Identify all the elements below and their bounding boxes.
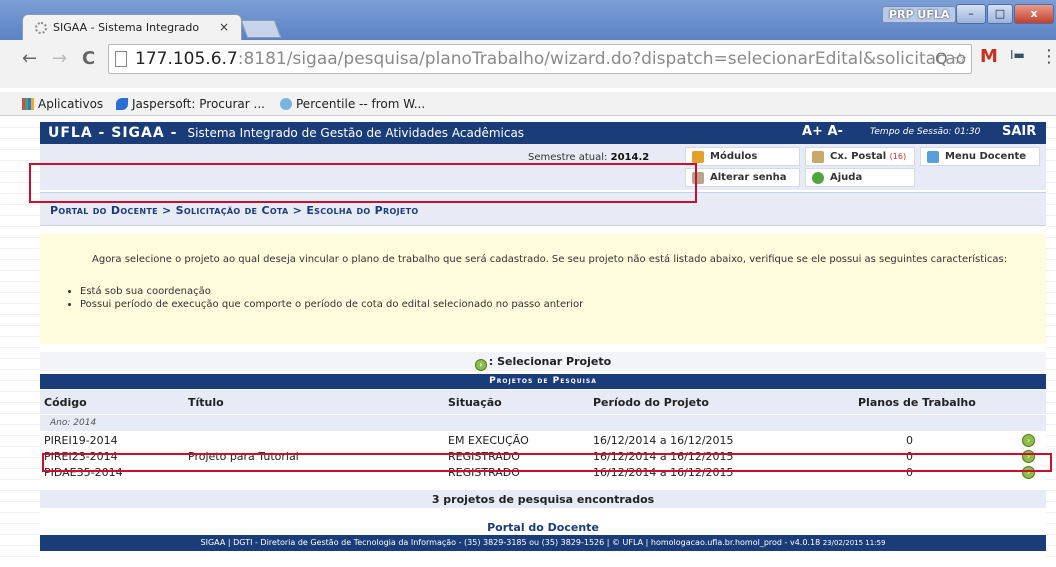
font-size-controls[interactable]: A+ A- <box>802 124 843 139</box>
col-titulo: Título <box>188 396 224 409</box>
instruction-notice: Agora selecione o projeto ao qual deseja… <box>40 234 1046 344</box>
maximize-button[interactable]: □ <box>987 4 1013 24</box>
app-header: UFLA - SIGAA - Sistema Integrado de Gest… <box>40 122 1046 144</box>
app-brand: UFLA - SIGAA - <box>48 125 178 141</box>
modules-icon <box>692 151 704 163</box>
cell-periodo: 16/12/2014 a 16/12/2015 <box>593 434 734 447</box>
cell-codigo: PIREI19-2014 <box>44 434 118 447</box>
legend-bar: ›: Selecionar Projeto <box>40 352 1046 371</box>
menu-docente-label: Menu Docente <box>945 151 1027 162</box>
highlight-box-row <box>42 453 1052 472</box>
jaspersoft-icon <box>116 98 128 110</box>
table-caption: Projetos de Pesquisa <box>40 374 1046 389</box>
requirements-list: Está sob sua coordenação Possui período … <box>80 285 583 311</box>
cell-situacao: EM EXECUÇÃO <box>448 434 529 447</box>
app-subtitle: Sistema Integrado de Gestão de Atividade… <box>187 126 525 140</box>
extension-icon[interactable]: I▬ <box>1010 48 1025 62</box>
bookmarks-bar: Aplicativos Jaspersoft: Procurar ... Per… <box>0 92 1056 116</box>
select-project-icon[interactable]: › <box>1022 434 1035 447</box>
bookmark-label: Percentile -- from W... <box>296 97 426 111</box>
help-icon <box>812 172 824 184</box>
loading-icon <box>35 22 47 34</box>
table-row: PIREI19-2014 EM EXECUÇÃO 16/12/2014 a 16… <box>40 433 1046 448</box>
page-icon <box>115 51 127 67</box>
notice-text: Agora selecione o projeto ao qual deseja… <box>92 254 1008 265</box>
close-window-button[interactable]: x <box>1014 4 1054 24</box>
bookmark-label: Jaspersoft: Procurar ... <box>132 97 265 111</box>
year-group-row: Ano: 2014 <box>40 415 1046 431</box>
new-tab-button[interactable] <box>240 20 282 38</box>
cx-postal-button[interactable]: Cx. Postal (16) <box>805 147 915 166</box>
requirement-item: Possui período de execução que comporte … <box>80 298 583 311</box>
menu-docente-icon <box>927 151 939 163</box>
gmail-icon[interactable]: M <box>980 46 998 67</box>
bookmark-apps[interactable]: Aplicativos <box>22 97 103 111</box>
col-codigo: Código <box>44 396 87 409</box>
mail-count: (16) <box>889 152 907 161</box>
menu-docente-button[interactable]: Menu Docente <box>920 147 1040 166</box>
select-project-icon: › <box>474 359 487 371</box>
tab-title: SIGAA - Sistema Integrado <box>53 21 200 34</box>
legend-label: : Selecionar Projeto <box>488 355 612 368</box>
back-arrow-icon[interactable]: ← <box>22 48 37 69</box>
footer-timestamp: 23/02/2015 11:59 <box>822 539 886 547</box>
table-header: Código Título Situação Período do Projet… <box>40 390 1046 414</box>
highlight-box-notice <box>29 163 697 203</box>
col-situacao: Situação <box>448 396 502 409</box>
cx-postal-label: Cx. Postal <box>830 151 887 162</box>
globe-icon <box>280 98 292 110</box>
bookmark-percentile[interactable]: Percentile -- from W... <box>280 97 425 111</box>
reload-icon[interactable]: C <box>82 48 95 69</box>
results-count: 3 projetos de pesquisa encontrados <box>40 490 1046 508</box>
menu-icon[interactable]: ⋮ <box>1040 46 1056 67</box>
semester-value: 2014.2 <box>610 152 650 163</box>
apps-grid-icon <box>22 98 34 110</box>
browser-tab[interactable]: SIGAA - Sistema Integrado × <box>22 14 242 40</box>
ajuda-button[interactable]: Ajuda <box>805 168 915 187</box>
portal-docente-link[interactable]: Portal do Docente <box>40 521 1046 534</box>
col-periodo: Período do Projeto <box>593 396 709 409</box>
url-host: 177.105.6.7 <box>135 49 238 69</box>
bookmark-label: Aplicativos <box>38 97 104 111</box>
modulos-button[interactable]: Módulos <box>685 147 800 166</box>
requirement-item: Está sob sua coordenação <box>80 285 583 298</box>
browser-toolbar: ← → C 177.105.6.7:8181/sigaa/pesquisa/pl… <box>0 40 1056 88</box>
minimize-button[interactable]: – <box>956 4 986 24</box>
forward-arrow-icon[interactable]: → <box>52 48 67 69</box>
address-bar[interactable]: 177.105.6.7:8181/sigaa/pesquisa/planoTra… <box>108 44 972 74</box>
cell-planos: 0 <box>906 434 913 447</box>
breadcrumb: Portal do Docente > Solicitação de Cota … <box>50 204 419 217</box>
modulos-label: Módulos <box>710 151 758 162</box>
alterar-senha-button[interactable]: Alterar senha <box>685 168 800 187</box>
alterar-senha-label: Alterar senha <box>710 172 787 183</box>
semester-label: Semestre atual: <box>528 152 608 163</box>
mailbox-icon <box>812 151 824 163</box>
browser-titlebar: SIGAA - Sistema Integrado × PRP UFLA – □… <box>0 0 1056 40</box>
bookmark-jaspersoft[interactable]: Jaspersoft: Procurar ... <box>116 97 265 111</box>
ajuda-label: Ajuda <box>830 172 863 183</box>
close-tab-icon[interactable]: × <box>219 20 229 34</box>
footer-text: SIGAA | DGTI - Diretoria de Gestão de Te… <box>200 538 821 547</box>
page-footer: SIGAA | DGTI - Diretoria de Gestão de Te… <box>40 535 1046 551</box>
window-badge: PRP UFLA <box>882 6 957 23</box>
col-planos: Planos de Trabalho <box>858 396 976 409</box>
current-semester: Semestre atual: 2014.2 <box>528 152 649 163</box>
url-path: :8181/sigaa/pesquisa/planoTrabalho/wizar… <box>237 49 967 69</box>
session-timer: Tempo de Sessão: 01:30 <box>870 127 981 137</box>
logout-button[interactable]: SAIR <box>1002 124 1036 139</box>
zoom-star-icons[interactable]: Q ☆ <box>935 49 967 68</box>
